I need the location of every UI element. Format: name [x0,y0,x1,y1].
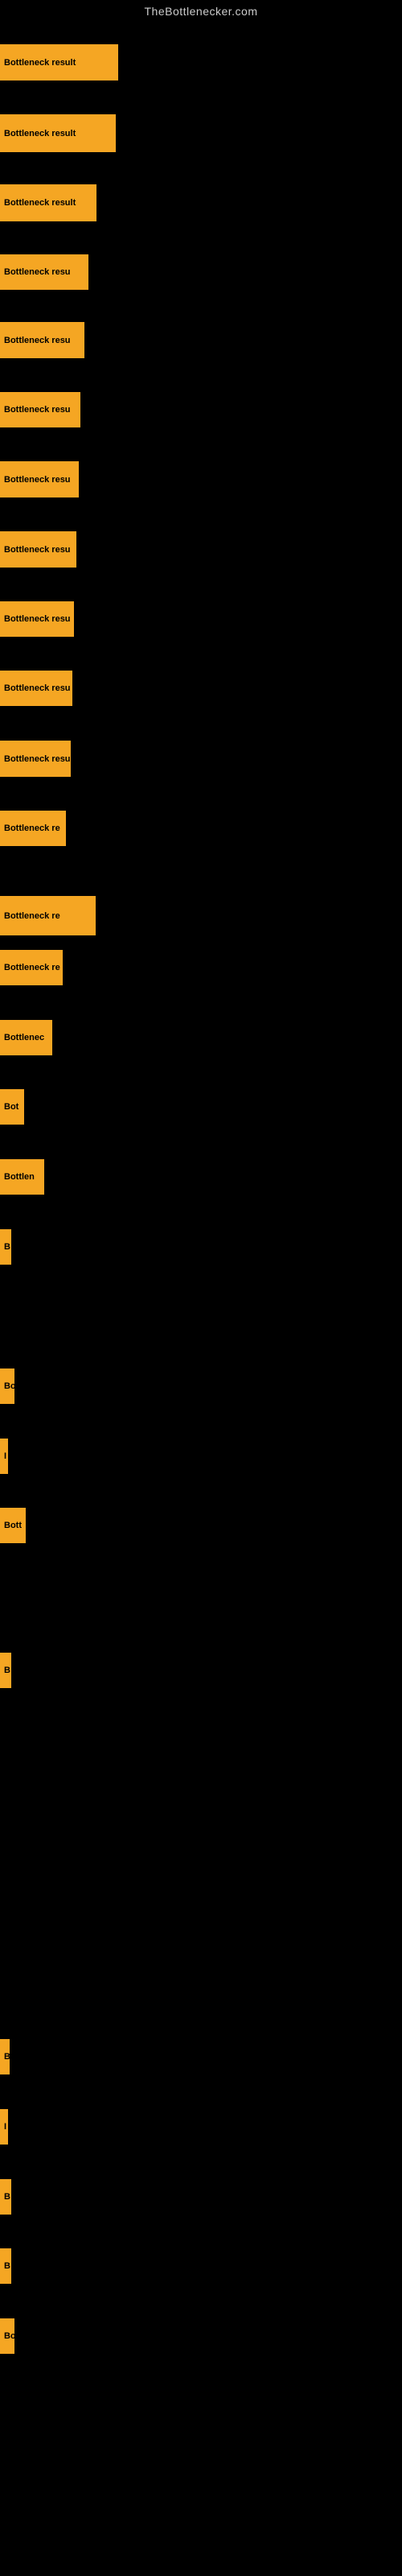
bottleneck-label-15: Bottlenec [0,1020,52,1055]
bottleneck-label-13: Bottleneck re [0,896,96,935]
bottleneck-label-7: Bottleneck resu [0,461,79,497]
bottleneck-label-22: B [0,1653,11,1688]
bottleneck-label-9: Bottleneck resu [0,601,74,637]
bottleneck-label-21: Bott [0,1508,26,1543]
bottleneck-label-14: Bottleneck re [0,950,63,985]
bottleneck-label-23: B [0,2039,10,2074]
bottleneck-label-16: Bot [0,1089,24,1125]
bottleneck-label-5: Bottleneck resu [0,322,84,358]
bottleneck-label-3: Bottleneck result [0,184,96,221]
bottleneck-label-25: B [0,2179,11,2215]
bottleneck-label-12: Bottleneck re [0,811,66,846]
bottleneck-label-4: Bottleneck resu [0,254,88,290]
bottleneck-label-10: Bottleneck resu [0,671,72,706]
bottleneck-label-1: Bottleneck result [0,44,118,80]
bottleneck-label-11: Bottleneck resu [0,741,71,777]
bottleneck-label-6: Bottleneck resu [0,392,80,427]
bottleneck-label-27: Bo [0,2318,14,2354]
bottleneck-label-17: Bottlen [0,1159,44,1195]
bottleneck-label-8: Bottleneck resu [0,531,76,568]
bottleneck-label-19: Bo [0,1368,14,1404]
bottleneck-label-26: B [0,2248,11,2284]
bottleneck-label-20: I [0,1439,8,1474]
bottleneck-label-18: B [0,1229,11,1265]
bottleneck-label-2: Bottleneck result [0,114,116,152]
bottleneck-label-24: I [0,2109,8,2145]
site-title: TheBottlenecker.com [0,0,402,23]
